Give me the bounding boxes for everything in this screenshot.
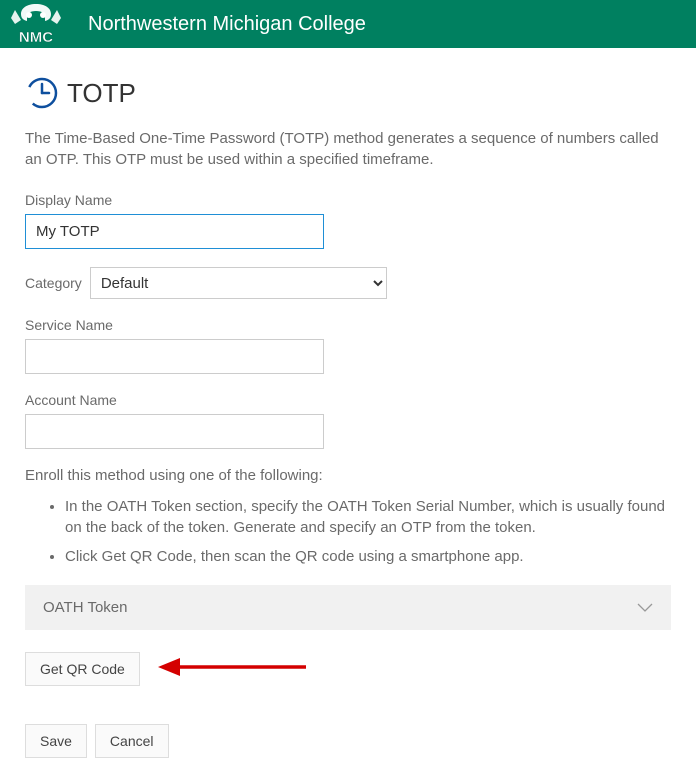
enroll-item-2: Click Get QR Code, then scan the QR code… — [65, 546, 671, 567]
page-title-row: TOTP — [25, 76, 671, 110]
page-title: TOTP — [67, 78, 136, 109]
enroll-intro: Enroll this method using one of the foll… — [25, 467, 671, 484]
arrow-left-icon — [158, 655, 308, 679]
display-name-input[interactable] — [25, 214, 324, 249]
org-logo: NMC — [0, 0, 72, 48]
account-name-group: Account Name — [25, 392, 671, 449]
enroll-item-1: In the OATH Token section, specify the O… — [65, 496, 671, 538]
service-name-input[interactable] — [25, 339, 324, 374]
account-name-input[interactable] — [25, 414, 324, 449]
chevron-down-icon — [637, 603, 653, 613]
nmc-owl-logo-icon: NMC — [7, 2, 65, 46]
oath-token-accordion[interactable]: OATH Token — [25, 585, 671, 630]
oath-token-label: OATH Token — [43, 599, 127, 616]
get-qr-code-button[interactable]: Get QR Code — [25, 652, 140, 686]
category-select[interactable]: Default — [90, 267, 387, 299]
main-content: TOTP The Time-Based One-Time Password (T… — [0, 48, 696, 778]
service-name-label: Service Name — [25, 317, 671, 333]
qr-row: Get QR Code — [25, 652, 671, 686]
annotation-arrow — [158, 655, 308, 684]
category-label: Category — [25, 275, 82, 291]
svg-text:NMC: NMC — [19, 29, 53, 46]
enroll-list: In the OATH Token section, specify the O… — [25, 496, 671, 567]
display-name-group: Display Name — [25, 192, 671, 249]
category-group: Category Default — [25, 267, 671, 299]
clock-icon — [25, 76, 59, 110]
account-name-label: Account Name — [25, 392, 671, 408]
page-description: The Time-Based One-Time Password (TOTP) … — [25, 128, 671, 170]
display-name-label: Display Name — [25, 192, 671, 208]
service-name-group: Service Name — [25, 317, 671, 374]
app-header: NMC Northwestern Michigan College — [0, 0, 696, 48]
org-name: Northwestern Michigan College — [88, 13, 366, 36]
